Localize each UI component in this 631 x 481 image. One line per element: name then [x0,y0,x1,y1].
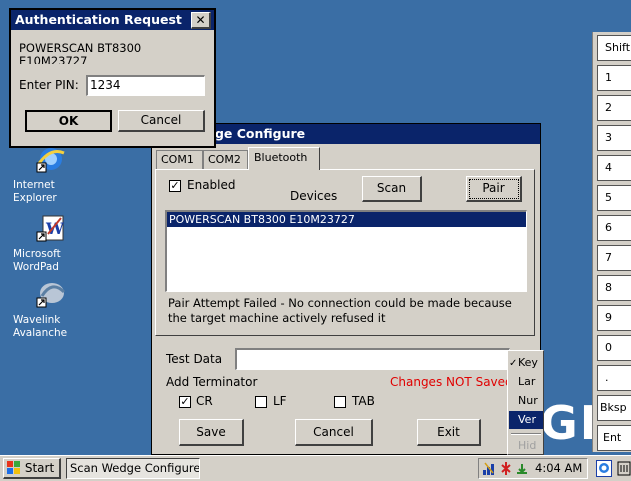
pair-button[interactable]: Pair [466,176,522,202]
tab-com2[interactable]: COM2 [203,150,248,169]
desktop-icon-wordpad[interactable]: W Microsoft WordPad [12,214,82,273]
ok-button[interactable]: OK [25,110,112,132]
menu-item-vertical[interactable]: Ver [509,411,543,429]
icon-label: Explorer [12,192,58,204]
device-list-item[interactable]: POWERSCAN BT8300 E10M23727 [167,212,526,227]
desktop-icon-internet-explorer[interactable]: Internet Explorer [12,145,82,204]
svg-text:W: W [45,219,65,238]
context-menu: ✓Key Lar Nur Ver Hid [507,350,544,455]
pair-status-line2: the target machine actively refused it [168,311,386,325]
close-icon: ✕ [195,13,206,27]
key-5[interactable]: 5 [597,185,631,211]
wordpad-icon: W [36,215,65,242]
tab-com1[interactable]: COM1 [156,150,203,169]
menu-item-large[interactable]: Lar [509,373,543,391]
menu-item-hide[interactable]: Hid [509,437,543,454]
test-data-label: Test Data [166,352,223,366]
clock: 4:04 AM [535,461,583,475]
scan-wedge-window: dge Configure COM1 COM2 Bluetooth ✓ Enab… [151,123,541,455]
enabled-checkbox[interactable]: ✓ [169,180,181,192]
device-name: POWERSCAN BT8300 [19,41,142,55]
cancel-button[interactable]: Cancel [118,110,205,132]
icon-label: WordPad [12,261,60,273]
lf-label: LF [273,394,287,408]
test-data-input[interactable] [235,348,510,370]
start-button[interactable]: Start [3,458,61,479]
key-enter[interactable]: Ent [597,425,631,451]
on-screen-keyboard: Shift 1 2 3 4 5 6 7 8 9 0 . Bksp Ent [592,32,631,452]
icon-label: Microsoft [12,248,62,260]
cancel-button[interactable]: Cancel [295,419,373,446]
lf-checkbox[interactable] [255,396,267,408]
scan-button[interactable]: Scan [362,176,422,202]
enabled-label: Enabled [187,178,236,192]
start-label: Start [24,461,55,475]
taskbar-item-scan-wedge[interactable]: Scan Wedge Configure [66,458,200,479]
pair-status-line1: Pair Attempt Failed - No connection coul… [168,296,512,310]
icon-label: Internet [12,179,56,191]
bluetooth-panel: ✓ Enabled Devices Scan Pair POWERSCAN BT… [155,169,535,336]
key-period[interactable]: . [597,365,631,391]
power-icon[interactable] [515,461,529,476]
cr-checkbox[interactable]: ✓ [179,396,191,408]
network-icon[interactable] [483,461,497,476]
bluetooth-status-icon[interactable] [499,461,513,476]
key-8[interactable]: 8 [597,275,631,301]
devices-label: Devices [290,189,338,203]
tab-bluetooth[interactable]: Bluetooth [248,147,320,170]
pin-label: Enter PIN: [19,78,79,92]
taskbar: Start Scan Wedge Configure 4:04 AM [0,455,631,481]
keyboard-toggle-icon[interactable] [617,460,631,477]
key-7[interactable]: 7 [597,245,631,271]
checkmark-icon: ✓ [509,358,518,369]
desktop-icon-wavelink[interactable]: Wavelink Avalanche [12,280,82,339]
add-terminator-label: Add Terminator [166,375,258,389]
key-9[interactable]: 9 [597,305,631,331]
tab-checkbox[interactable] [334,396,346,408]
menu-item-key[interactable]: ✓Key [509,354,543,372]
pin-input[interactable]: 1234 [86,75,205,96]
changes-status: Changes NOT Saved [390,375,513,389]
exit-button[interactable]: Exit [417,419,481,446]
key-1[interactable]: 1 [597,65,631,91]
key-shift[interactable]: Shift [597,35,631,61]
auth-dialog-title: Authentication Request [11,10,214,30]
internet-explorer-icon [36,148,65,173]
auth-dialog: Authentication Request ✕ POWERSCAN BT830… [9,8,216,148]
key-6[interactable]: 6 [597,215,631,241]
cr-label: CR [196,394,213,408]
device-serial-clip: E10M23727 [19,54,199,64]
menu-separator [511,433,541,435]
device-list[interactable]: POWERSCAN BT8300 E10M23727 [165,210,527,292]
icon-label: Avalanche [12,327,69,339]
menu-item-numeric[interactable]: Nur [509,392,543,410]
system-tray: 4:04 AM [478,458,588,479]
desktop-shortcut-icon[interactable] [596,460,612,477]
save-button[interactable]: Save [179,419,244,446]
windows-flag-icon [7,461,20,474]
device-serial: E10M23727 [19,54,88,64]
icon-label: Wavelink [12,314,62,326]
key-3[interactable]: 3 [597,125,631,151]
wavelink-icon [36,283,66,308]
key-4[interactable]: 4 [597,155,631,181]
key-2[interactable]: 2 [597,95,631,121]
pin-value: 1234 [90,78,121,92]
key-backspace[interactable]: Bksp [597,395,631,421]
tab-label: TAB [352,394,375,408]
key-0[interactable]: 0 [597,335,631,361]
close-button[interactable]: ✕ [191,12,211,29]
